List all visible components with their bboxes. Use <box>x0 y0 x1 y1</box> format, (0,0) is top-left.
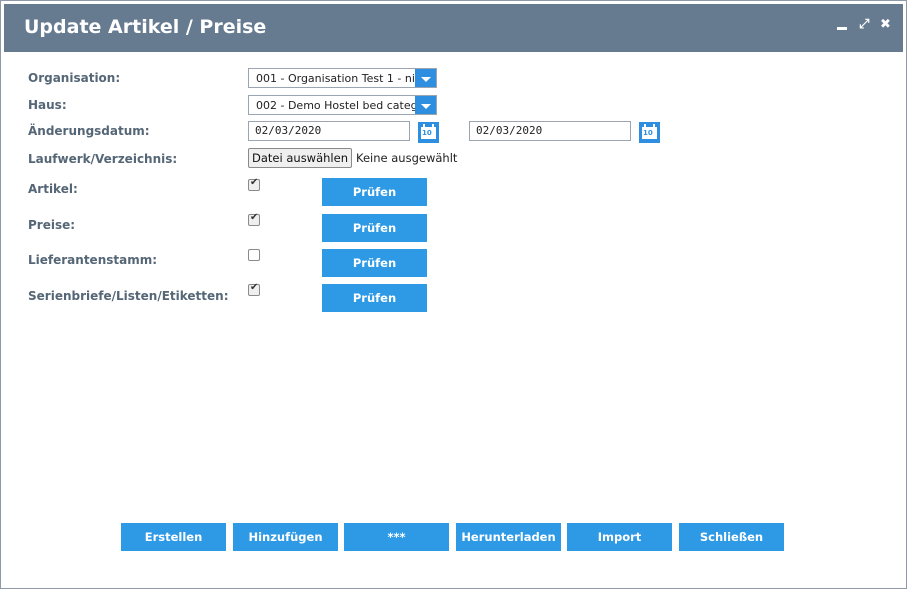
serienbriefe-label: Serienbriefe/Listen/Etiketten: <box>28 289 229 303</box>
calendar-day: 10 <box>643 129 653 137</box>
haus-value: 002 - Demo Hostel bed categories <box>256 99 437 112</box>
organisation-value: 001 - Organisation Test 1 - nicht lösche… <box>256 72 436 85</box>
schliessen-button[interactable]: Schließen <box>679 523 784 551</box>
calendar-day: 10 <box>422 129 432 137</box>
serienbriefe-checkbox[interactable] <box>248 282 260 296</box>
artikel-checkbox[interactable] <box>248 177 260 191</box>
haus-label: Haus: <box>28 98 67 112</box>
more-button[interactable]: *** <box>344 523 449 551</box>
organisation-select[interactable]: 001 - Organisation Test 1 - nicht lösche… <box>248 68 437 88</box>
chevron-down-icon[interactable] <box>415 96 436 114</box>
hinzufuegen-button[interactable]: Hinzufügen <box>233 523 338 551</box>
maximize-icon[interactable]: ⤢ <box>859 18 869 32</box>
preise-label: Preise: <box>28 218 76 232</box>
date-to-input[interactable]: 02/03/2020 <box>469 121 631 141</box>
calendar-icon[interactable]: 10 <box>418 122 439 143</box>
chevron-down-icon[interactable] <box>415 69 436 87</box>
dialog-title: Update Artikel / Preise <box>24 16 267 38</box>
lieferantenstamm-label: Lieferantenstamm: <box>28 253 158 267</box>
erstellen-button[interactable]: Erstellen <box>121 523 226 551</box>
laufwerk-label: Laufwerk/Verzeichnis: <box>28 152 178 166</box>
artikel-label: Artikel: <box>28 182 78 196</box>
dialog-window: Update Artikel / Preise ⤢ ✖ Organisation… <box>0 0 907 589</box>
haus-select[interactable]: 002 - Demo Hostel bed categories <box>248 95 437 115</box>
date-from-input[interactable]: 02/03/2020 <box>248 121 410 141</box>
artikel-pruefen-button[interactable]: Prüfen <box>322 178 427 206</box>
lieferantenstamm-checkbox[interactable] <box>248 249 260 261</box>
title-bar[interactable]: Update Artikel / Preise ⤢ ✖ <box>4 4 903 52</box>
minimize-icon[interactable] <box>837 27 847 30</box>
preise-checkbox[interactable] <box>248 212 260 226</box>
aenderungsdatum-label: Änderungsdatum: <box>28 124 150 138</box>
close-icon[interactable]: ✖ <box>880 18 891 32</box>
choose-file-button[interactable]: Datei auswählen <box>248 148 352 168</box>
import-button[interactable]: Import <box>567 523 672 551</box>
preise-pruefen-button[interactable]: Prüfen <box>322 214 427 242</box>
organisation-label: Organisation: <box>28 71 121 85</box>
herunterladen-button[interactable]: Herunterladen <box>456 523 561 551</box>
serienbriefe-pruefen-button[interactable]: Prüfen <box>322 284 427 312</box>
calendar-icon[interactable]: 10 <box>639 122 660 143</box>
lieferantenstamm-pruefen-button[interactable]: Prüfen <box>322 249 427 277</box>
file-status: Keine ausgewählt <box>356 151 458 165</box>
